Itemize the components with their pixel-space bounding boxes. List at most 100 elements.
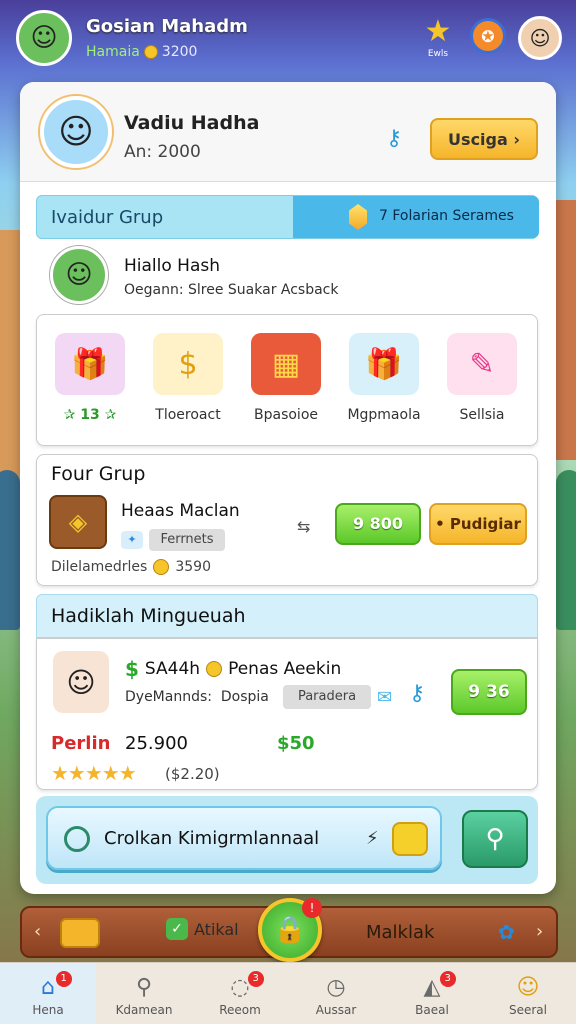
player-name: Gosian Mahadm — [86, 16, 248, 37]
center-lock-button[interactable]: 🔒! — [258, 898, 322, 962]
star-button[interactable]: ★ Ewls — [420, 16, 456, 64]
clock-icon: ◷ — [326, 975, 346, 1000]
target-icon — [64, 826, 90, 852]
nav-label: Hena — [32, 1003, 64, 1017]
reward-item-label: Bpasoioe — [254, 407, 318, 423]
red-chest-icon: ▦ — [251, 333, 321, 395]
bottom-navigation: ⌂ Hena 1 ⚲ Kdamean ◌ Reeom 3 ◷ Aussar ◭ … — [0, 962, 576, 1024]
reward-amount: SA44h — [144, 659, 201, 679]
nav-label: Reeom — [219, 1003, 261, 1017]
smile-icon: ☺ — [516, 975, 540, 1000]
reward-subline: DyeMannds: Dospia — [125, 689, 269, 705]
gift-box-icon: 🎁 — [349, 333, 419, 395]
lightning-icon: ⚡ — [366, 828, 379, 849]
coin-icon — [143, 45, 158, 59]
four-group-footer-label: Dilelamedrles — [51, 559, 148, 575]
reward-badge-icon[interactable]: ✪ — [470, 18, 506, 54]
reward-item[interactable]: 🎁 ✰ 13 ✰ — [45, 333, 135, 423]
player-subline: Hamaia 3200 — [86, 44, 197, 60]
ticket-icon: ✎ — [447, 333, 517, 395]
group-info-tab[interactable]: 7 Folarian Serames — [293, 196, 539, 238]
check-icon: ✓ — [166, 918, 188, 940]
nav-item-search[interactable]: ⚲ Kdamean — [96, 963, 192, 1024]
four-group-green-button[interactable]: 9 800 — [335, 503, 421, 545]
key-icon[interactable]: ⚷ — [409, 681, 425, 706]
gear-icon[interactable]: ✿ — [498, 920, 515, 944]
four-group-tag: Ferrnets — [149, 529, 225, 551]
tag-icon: ✦ — [121, 531, 143, 549]
nav-label: Baeal — [415, 1003, 449, 1017]
mail-icon[interactable]: ✉ — [377, 687, 392, 708]
background-character-left — [0, 470, 20, 630]
nav-item-bag[interactable]: ◭ Baeal 3 — [384, 963, 480, 1024]
nav-item-clock[interactable]: ◷ Aussar — [288, 963, 384, 1024]
weekly-reward-title: Hadiklah Mingueuah — [51, 605, 246, 627]
coin-stack-icon: $ — [153, 333, 223, 395]
group-title: Ivaidur Grup — [51, 207, 164, 228]
reward-item[interactable]: ▦ Bpasoioe — [241, 333, 331, 423]
cta-area: Crolkan Kimigrmlannaal ⚡ ⚲ — [36, 796, 538, 884]
four-group-title: Four Grup — [51, 463, 146, 485]
group-user-row[interactable]: ☺ Hiallo Hash Oegann: Slree Suakar Acsba… — [50, 246, 530, 306]
link-icon[interactable]: ⇆ — [297, 517, 310, 536]
main-panel: ☺ Vadiu Hadha An: 2000 ⚷ Usciga › Ivaidu… — [20, 82, 556, 894]
nav-item-home[interactable]: ⌂ Hena 1 — [0, 963, 96, 1024]
profile-action-button[interactable]: Usciga › — [430, 118, 538, 160]
group-header-bar: Ivaidur Grup 7 Folarian Serames — [36, 195, 539, 239]
cta-label: Crolkan Kimigrmlannaal — [104, 828, 320, 849]
four-group-orange-button[interactable]: • Pudigiar — [429, 503, 527, 545]
player-coins: 3200 — [161, 44, 198, 60]
reward-headline-text: Penas Aeekin — [228, 659, 342, 679]
weekly-reward-card: ☺ $ SA44h Penas Aeekin DyeMannds: Dospia… — [36, 638, 538, 790]
profile-header: ☺ Vadiu Hadha An: 2000 ⚷ Usciga › — [20, 82, 556, 182]
group-user-avatar: ☺ — [50, 246, 108, 304]
nav-badge: 1 — [55, 971, 72, 987]
gift-boxes-icon: 🎁 — [55, 333, 125, 395]
four-group-card: Four Grup ◈ Heaas Maclan ✦ Ferrnets ⇆ 9 … — [36, 454, 538, 586]
action-toggle[interactable]: ✓ Atikal — [166, 918, 239, 940]
profile-avatar[interactable]: ☺ — [40, 96, 112, 168]
nav-badge: 3 — [247, 971, 264, 987]
search-icon: ⚲ — [135, 975, 153, 1000]
inventory-box-icon[interactable] — [60, 918, 100, 948]
group-user-description: Oegann: Slree Suakar Acsback — [124, 282, 339, 298]
reward-item-label: ✰ 13 ✰ — [63, 407, 117, 423]
gold-item-icon — [392, 822, 428, 856]
four-group-footer-value: 3590 — [175, 559, 211, 575]
profile-level: An: 2000 — [124, 142, 201, 162]
reward-item[interactable]: 🎁 Mgpmaola — [339, 333, 429, 423]
coin-icon — [206, 661, 223, 677]
nav-item-smile[interactable]: ☺ Seeral — [480, 963, 576, 1024]
background-character-right — [556, 470, 576, 630]
four-group-item-name: Heaas Maclan — [121, 501, 240, 521]
reward-item-label: Sellsia — [459, 407, 505, 423]
reward-item[interactable]: $ Tloeroact — [143, 333, 233, 423]
action-label: Atikal — [194, 919, 239, 939]
cta-button[interactable]: Crolkan Kimigrmlannaal ⚡ — [46, 806, 442, 870]
key-icon[interactable]: ⚷ — [386, 126, 402, 151]
group-info-text: 7 Folarian Serames — [379, 208, 514, 224]
nav-item-chat[interactable]: ◌ Reeom 3 — [192, 963, 288, 1024]
nav-label: Aussar — [315, 1003, 357, 1017]
four-group-footer: Dilelamedrles 3590 — [51, 559, 211, 575]
reward-claim-button[interactable]: 9 36 — [451, 669, 527, 715]
chevron-left-icon[interactable]: ‹ — [34, 921, 41, 942]
reward-item[interactable]: ✎ Sellsia — [437, 333, 527, 423]
reward-headline: $ SA44h Penas Aeekin — [125, 657, 341, 681]
chevron-right-icon[interactable]: › — [536, 921, 543, 942]
treasure-chest-icon: ◈ — [49, 495, 107, 549]
share-button[interactable]: ⚲ — [462, 810, 528, 868]
reward-item-label: Tloeroact — [155, 407, 221, 423]
friend-avatar[interactable]: ☺ — [518, 16, 562, 60]
reward-tag: Paradera — [283, 685, 371, 709]
notification-dot: ! — [302, 898, 322, 918]
rating-stars: ★★★★★ — [51, 761, 137, 785]
weekly-reward-header: Hadiklah Mingueuah — [36, 594, 538, 638]
reward-character-avatar: ☺ — [53, 651, 109, 713]
dollar-icon: $ — [125, 657, 139, 681]
home-icon: ⌂ — [41, 975, 55, 1000]
player-avatar[interactable]: ☺ — [16, 10, 72, 66]
nav-label: Kdamean — [115, 1003, 173, 1017]
bag-icon: ◭ — [423, 975, 441, 1000]
star-label: Ewls — [427, 49, 449, 59]
